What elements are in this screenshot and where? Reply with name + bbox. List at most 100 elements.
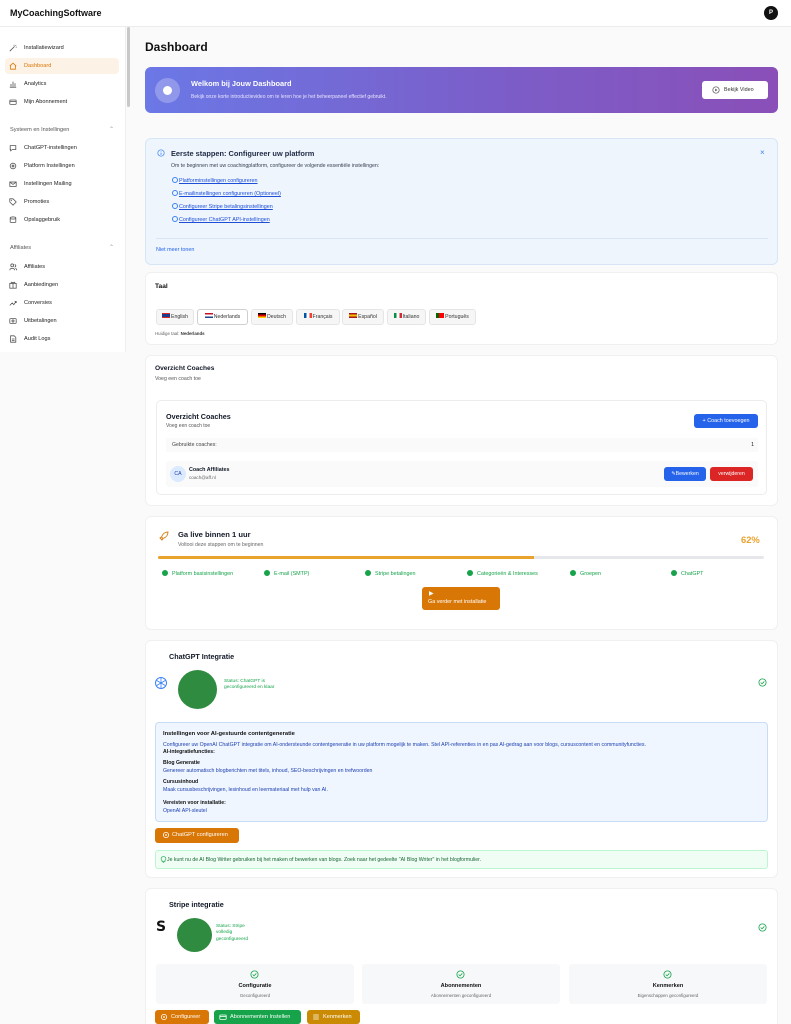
watch-video-button[interactable]: Bekijk Video [702, 81, 768, 99]
watch-video-label: Bekijk Video [724, 87, 754, 93]
coach-name: Coach Affiliates [189, 467, 230, 473]
play-circle-icon [712, 86, 720, 94]
sidebar-item-instellingen-mailing[interactable]: Instellingen Mailing [5, 176, 119, 192]
lang-english-button[interactable]: English [156, 309, 194, 325]
trend-icon [9, 301, 17, 306]
divider [156, 238, 768, 239]
stripe-configure-label: Configureer [171, 1014, 201, 1020]
user-avatar[interactable]: P [764, 6, 778, 20]
lang-nederlands-button[interactable]: Nederlands [197, 309, 248, 325]
check-circle-icon [264, 570, 270, 576]
close-icon[interactable]: × [760, 148, 765, 157]
subscriptions-setup-label: Abonnementen Instellen [230, 1014, 291, 1020]
sidebar-item-audit-logs[interactable]: Audit Logs [5, 331, 119, 347]
flag-es-icon [349, 313, 358, 318]
sidebar-item-label: Platform Instellingen [24, 163, 75, 169]
go-live-title: Ga live binnen 1 uur [178, 530, 251, 539]
sidebar-item-affiliates[interactable]: Affiliates [5, 259, 119, 275]
coaches-subtitle: Voeg een coach toe [155, 376, 201, 382]
video-icon [155, 78, 180, 103]
add-coach-button[interactable]: + Coach toevoegen [694, 414, 758, 428]
sidebar-item-mijn-abonnement[interactable]: Mijn Abonnement [5, 94, 119, 110]
dismiss-link[interactable]: Niet meer tonen [156, 247, 194, 253]
feature-kenmerken: Kenmerken Eigenschappen geconfigureerd [569, 964, 767, 1004]
ai-box-title: Instellingen voor AI-gestuurde contentge… [163, 731, 295, 737]
users-icon [9, 263, 17, 271]
check-circle-icon [172, 190, 178, 196]
check-circle-icon [671, 570, 677, 576]
subscriptions-setup-button[interactable]: Abonnementen Instellen [214, 1010, 301, 1024]
tip-banner: Je kunt nu de AI Blog Writer gebruiken b… [155, 850, 768, 869]
welcome-banner: Welkom bij Jouw Dashboard Bekijk onze ko… [145, 67, 778, 113]
step-stripe: Stripe betalingen [365, 570, 415, 577]
sidebar-item-label: Installatiewizard [24, 45, 64, 51]
sidebar-item-promoties[interactable]: Promoties [5, 194, 119, 210]
check-circle-icon [456, 970, 465, 979]
lang-portugues-button[interactable]: Português [429, 309, 476, 325]
sidebar-item-chatgpt-instellingen[interactable]: ChatGPT-instellingen [5, 140, 119, 156]
section-system-heading[interactable]: Systeem en Instellingen [10, 127, 69, 133]
lang-espanol-button[interactable]: Español [342, 309, 384, 325]
lang-italiano-button[interactable]: Italiano [387, 309, 426, 325]
sidebar-item-installatiewizard[interactable]: Installatiewizard [5, 40, 119, 56]
chevron-up-icon[interactable]: ⌃ [109, 126, 114, 133]
flag-fr-icon [303, 313, 312, 318]
table-row: CA Coach Affiliates coach@aff.nl ✎Bewerk… [166, 461, 758, 487]
gear-icon [9, 162, 17, 170]
sidebar-item-analytics[interactable]: Analytics [5, 76, 119, 92]
configure-chatgpt-button[interactable]: ChatGPT configureren [155, 828, 239, 843]
language-title: Taal [155, 283, 168, 290]
continue-installation-button[interactable]: ▶ Ga verder met installatie [422, 587, 500, 610]
flag-de-icon [257, 313, 266, 318]
delete-coach-button[interactable]: verwijderen [710, 467, 753, 481]
lang-francais-button[interactable]: Français [296, 309, 340, 325]
list-icon [313, 1014, 319, 1020]
features-button[interactable]: Kenmerken [307, 1010, 360, 1024]
check-circle-icon [162, 570, 168, 576]
sidebar-item-platform-instellingen[interactable]: Platform Instellingen [5, 158, 119, 174]
chatgpt-status-indicator [178, 670, 217, 709]
sidebar-item-uitbetalingen[interactable]: Uitbetalingen [5, 313, 119, 329]
blog-generation-label: Blog Generatie [163, 760, 200, 766]
welcome-title: Welkom bij Jouw Dashboard [191, 79, 292, 88]
payout-icon [9, 318, 17, 324]
check-circle-icon [172, 177, 178, 183]
used-coaches-row: Gebruikte coaches: 1 [166, 438, 758, 452]
check-circle-icon [250, 970, 259, 979]
flag-gb-icon [161, 313, 170, 318]
coaches-title: Overzicht Coaches [155, 365, 215, 372]
sidebar-item-aanbiedingen[interactable]: Aanbiedingen [5, 277, 119, 293]
stripe-logo-icon: S [156, 919, 167, 935]
feature-subtitle: Abonnementen geconfigureerd [430, 993, 492, 998]
stripe-configure-button[interactable]: Configureer [155, 1010, 209, 1024]
features-label: Kenmerken [323, 1014, 352, 1020]
sidebar-item-label: Affiliates [24, 264, 46, 270]
link-email-settings[interactable]: E-mailinstellingen configureren (Optione… [172, 190, 281, 197]
edit-coach-button[interactable]: ✎Bewerken [664, 467, 706, 481]
feature-title: Configuratie [238, 983, 272, 989]
link-platform-settings[interactable]: Platforminstellingen configureren [172, 177, 258, 184]
brand-logo[interactable]: MyCoachingSoftware [10, 8, 102, 18]
step-email-smtp: E-mail (SMTP) [264, 570, 309, 577]
lang-deutsch-button[interactable]: Deutsch [251, 309, 293, 325]
step-categories: Categorieën & Interesses [467, 570, 538, 577]
wand-icon [9, 44, 17, 52]
chevron-up-icon[interactable]: ⌃ [109, 244, 114, 251]
openai-logo-icon [155, 677, 167, 689]
check-circle-icon [172, 216, 178, 222]
sidebar-item-conversies[interactable]: Conversies [5, 295, 119, 311]
configure-chatgpt-label: ChatGPT configureren [172, 832, 228, 838]
section-affiliates-heading[interactable]: Affiliates [10, 245, 31, 251]
ai-box-text: Configureer uw OpenAI ChatGPT integratie… [163, 742, 646, 748]
flag-it-icon [393, 313, 402, 318]
link-chatgpt-settings[interactable]: Configureer ChatGPT API-instellingen [172, 216, 270, 223]
mail-icon [9, 181, 17, 187]
card-icon [9, 99, 17, 105]
sidebar-scrollbar[interactable] [127, 27, 130, 107]
sidebar-item-dashboard[interactable]: Dashboard [5, 58, 119, 74]
sidebar-item-opslaggebruik[interactable]: Opslaggebruik [5, 212, 119, 228]
chat-icon [9, 145, 17, 152]
sidebar-item-label: Audit Logs [24, 336, 51, 342]
feature-title: Abonnementen [440, 983, 482, 989]
link-stripe-settings[interactable]: Configureer Stripe betalingsinstellingen [172, 203, 273, 210]
